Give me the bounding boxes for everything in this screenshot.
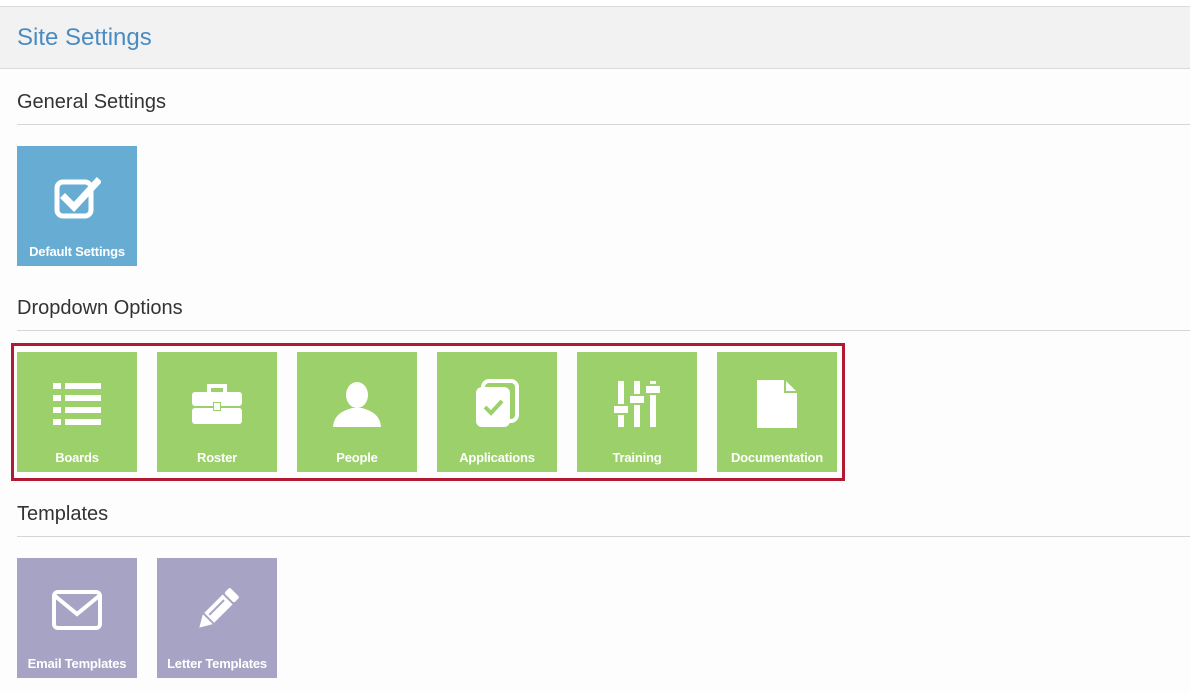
dropdown-options-heading: Dropdown Options	[17, 297, 183, 319]
letter-templates-tile[interactable]: Letter Templates	[157, 558, 277, 678]
tile-label: Roster	[197, 450, 237, 465]
tile-label: Documentation	[730, 450, 823, 465]
document-icon	[717, 376, 837, 432]
boards-tile[interactable]: Boards	[17, 352, 137, 472]
tile-label: Default Settings	[29, 244, 125, 259]
tile-label: Email Templates	[27, 656, 127, 671]
section-divider	[17, 330, 1190, 331]
pencil-icon	[157, 582, 277, 638]
section-divider	[17, 536, 1190, 537]
tile-label: Applications	[459, 450, 535, 465]
tile-label: Letter Templates	[167, 656, 267, 671]
training-tile[interactable]: Training	[577, 352, 697, 472]
page-title: Site Settings	[17, 24, 152, 51]
default-settings-tile[interactable]: Default Settings	[17, 146, 137, 266]
page-header: Site Settings	[0, 7, 1190, 69]
person-icon	[297, 376, 417, 432]
application-icon	[437, 376, 557, 432]
email-templates-tile[interactable]: Email Templates	[17, 558, 137, 678]
section-divider	[17, 124, 1190, 125]
list-icon	[17, 376, 137, 432]
people-tile[interactable]: People	[297, 352, 417, 472]
tile-label: Boards	[55, 450, 99, 465]
templates-heading: Templates	[17, 503, 109, 525]
top-border	[0, 0, 1190, 7]
briefcase-icon	[157, 376, 277, 432]
documentation-tile[interactable]: Documentation	[717, 352, 837, 472]
tile-label: Training	[612, 450, 662, 465]
general-settings-heading: General Settings	[17, 91, 166, 113]
envelope-icon	[17, 582, 137, 638]
applications-tile[interactable]: Applications	[437, 352, 557, 472]
checkbox-icon	[17, 170, 137, 226]
roster-tile[interactable]: Roster	[157, 352, 277, 472]
tile-label: People	[336, 450, 378, 465]
sliders-icon	[577, 376, 697, 432]
